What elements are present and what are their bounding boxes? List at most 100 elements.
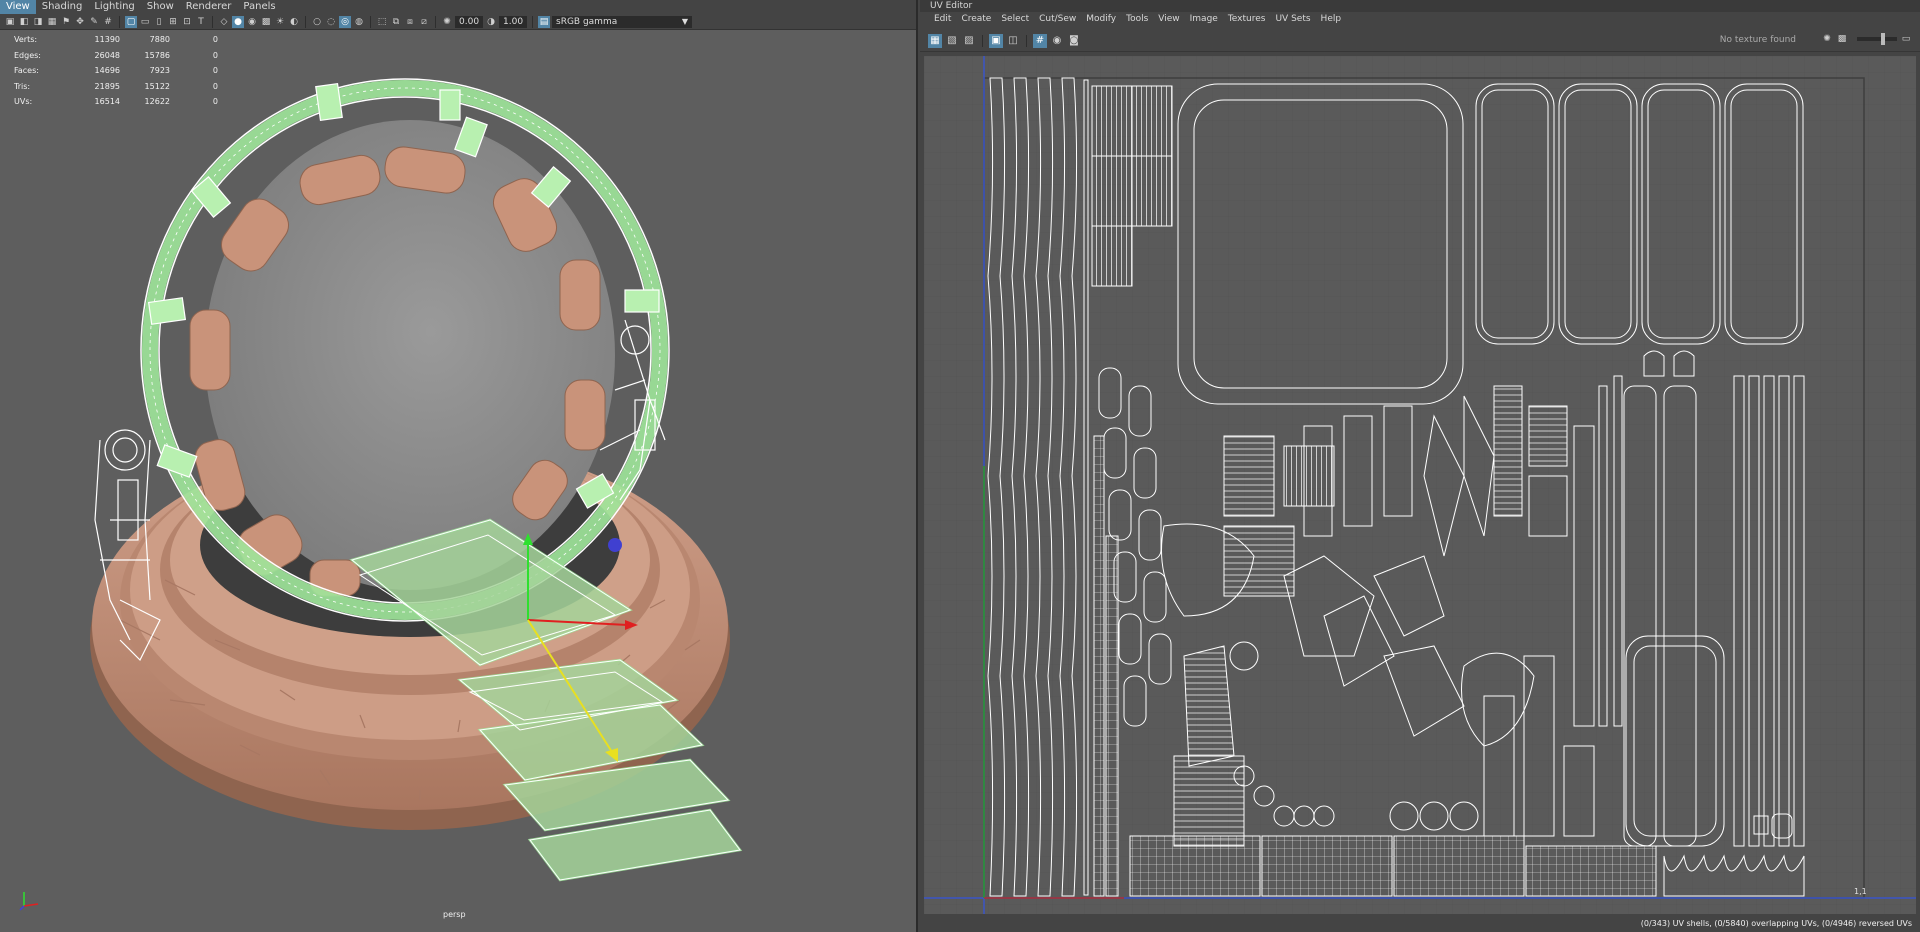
uv-canvas[interactable]: 1,1 bbox=[924, 56, 1916, 914]
isolate-select-icon[interactable]: ⬚ bbox=[376, 16, 388, 28]
uv-menu-textures[interactable]: Textures bbox=[1223, 14, 1271, 24]
hud-label: UVs: bbox=[14, 97, 33, 106]
hud-value: 7880 bbox=[149, 35, 170, 44]
texture-opacity-slider[interactable] bbox=[1857, 33, 1897, 45]
safe-title-icon[interactable]: T bbox=[195, 16, 207, 28]
grease-pencil-icon[interactable]: ✎ bbox=[88, 16, 100, 28]
camera-attributes-icon[interactable]: ◧ bbox=[18, 16, 30, 28]
uv-shell-select-icon[interactable]: ▦ bbox=[928, 33, 942, 48]
bookmark-icon[interactable]: ◨ bbox=[32, 16, 44, 28]
menu-view[interactable]: View bbox=[0, 0, 36, 14]
anti-aliasing-icon[interactable]: ◎ bbox=[339, 15, 351, 28]
exposure-field[interactable]: 0.00 bbox=[455, 15, 483, 28]
hud-row-uvs: UVs: 16514 12622 0 bbox=[14, 94, 218, 110]
uv-layout-svg[interactable]: 1,1 bbox=[924, 56, 1916, 914]
wireframe-icon[interactable]: ◇ bbox=[218, 16, 230, 28]
image-plane-icon[interactable]: ▦ bbox=[46, 16, 58, 28]
hud-value: 12622 bbox=[144, 97, 170, 106]
view-axis-icon bbox=[19, 892, 39, 911]
textured-icon[interactable]: ▩ bbox=[260, 16, 272, 28]
uv-grid-icon[interactable]: # bbox=[1033, 33, 1047, 48]
hud-value: 15122 bbox=[144, 81, 170, 91]
toolbar-separator bbox=[435, 15, 436, 28]
xray-joints-icon[interactable]: ⧈ bbox=[404, 16, 416, 28]
hud-value: 14696 bbox=[94, 66, 120, 75]
hud-value: 11390 bbox=[94, 35, 120, 44]
motion-blur-icon[interactable]: ◌ bbox=[325, 16, 337, 28]
uv-menu-cut-sew[interactable]: Cut/Sew bbox=[1034, 14, 1081, 24]
two-d-pan-zoom-icon[interactable]: ✥ bbox=[74, 16, 86, 28]
ambient-occlusion-icon[interactable]: ○ bbox=[311, 16, 323, 28]
exposure-icon[interactable]: ✺ bbox=[1821, 33, 1833, 45]
toolbar-separator bbox=[982, 34, 983, 47]
hud-label: Verts: bbox=[14, 35, 38, 44]
camera-name-label: persp bbox=[443, 910, 466, 919]
menu-show[interactable]: Show bbox=[141, 0, 180, 14]
film-gate-icon[interactable]: ▢ bbox=[125, 15, 137, 28]
image-ratio-icon[interactable]: ▭ bbox=[1900, 33, 1912, 45]
uv-editor-title: UV Editor bbox=[920, 0, 1920, 12]
xray-icon[interactable]: ⧉ bbox=[390, 16, 402, 28]
safe-action-icon[interactable]: ⊡ bbox=[181, 16, 193, 28]
viewport-panel[interactable]: View Shading Lighting Show Renderer Pane… bbox=[0, 0, 918, 932]
gamma-icon: ◑ bbox=[487, 16, 495, 27]
hud-value: 0 bbox=[212, 35, 218, 44]
resolution-gate-icon[interactable]: ▭ bbox=[139, 16, 151, 28]
shadows-icon[interactable]: ◐ bbox=[288, 16, 300, 28]
texture-swatch-icon[interactable]: ▩ bbox=[1836, 33, 1848, 45]
hud-value: 7923 bbox=[149, 66, 170, 75]
uv-dim-image-icon[interactable]: ◫ bbox=[1006, 34, 1020, 48]
gate-mask-icon[interactable]: ▯ bbox=[153, 16, 165, 28]
bookmark-flag-icon[interactable]: ⚑ bbox=[60, 16, 72, 28]
uv-menu-tools[interactable]: Tools bbox=[1121, 14, 1153, 24]
toolbar-separator bbox=[370, 15, 371, 28]
field-chart-icon[interactable]: ⊞ bbox=[167, 16, 179, 28]
hud-value: 0 bbox=[212, 50, 218, 60]
uv-select-icon[interactable]: ▧ bbox=[945, 34, 959, 48]
hud-row-faces: Faces: 14696 7923 0 bbox=[14, 63, 218, 79]
smooth-shade-icon[interactable]: ● bbox=[232, 15, 244, 28]
hud-value: 0 bbox=[212, 81, 218, 91]
viewport-scene[interactable] bbox=[0, 30, 918, 932]
uv-menu-image[interactable]: Image bbox=[1185, 14, 1223, 24]
hud-row-tris: Tris: 21895 15122 0 bbox=[14, 79, 218, 95]
uv-editor-menubar: Edit Create Select Cut/Sew Modify Tools … bbox=[920, 12, 1920, 26]
uv-snapshot-icon[interactable]: ◙ bbox=[1067, 34, 1081, 48]
hud-label: Faces: bbox=[14, 66, 39, 75]
hud-row-verts: Verts: 11390 7880 0 bbox=[14, 32, 218, 48]
uv-menu-create[interactable]: Create bbox=[956, 14, 996, 24]
uv-menu-select[interactable]: Select bbox=[996, 14, 1034, 24]
uv-corner-label: 1,1 bbox=[1854, 887, 1867, 896]
menu-panels[interactable]: Panels bbox=[237, 0, 281, 14]
color-management-icon[interactable]: ▤ bbox=[538, 15, 550, 28]
menu-shading[interactable]: Shading bbox=[36, 0, 89, 14]
uv-menu-help[interactable]: Help bbox=[1316, 14, 1347, 24]
hud-row-edges: Edges: 26048 15786 0 bbox=[14, 48, 218, 64]
uv-display-image-icon[interactable]: ▣ bbox=[989, 33, 1003, 48]
hud-value: 21895 bbox=[94, 81, 120, 91]
view-transform-dropdown[interactable]: sRGB gamma ▼ bbox=[552, 15, 692, 28]
default-material-icon[interactable]: ◉ bbox=[246, 16, 258, 28]
depth-of-field-icon[interactable]: ◍ bbox=[353, 16, 365, 28]
select-camera-icon[interactable]: ▣ bbox=[4, 16, 16, 28]
uv-status-bar: (0/343) UV shells, (0/5840) overlapping … bbox=[1640, 919, 1912, 928]
uv-lattice-icon[interactable]: ▨ bbox=[962, 34, 976, 48]
uv-toolbar-right: ✺ ▩ ▭ bbox=[1821, 33, 1912, 45]
uv-shaded-icon[interactable]: ◉ bbox=[1050, 34, 1064, 48]
menu-renderer[interactable]: Renderer bbox=[180, 0, 238, 14]
hud-value: 0 bbox=[212, 66, 218, 75]
uv-menu-modify[interactable]: Modify bbox=[1081, 14, 1121, 24]
hud-value: 16514 bbox=[94, 97, 120, 106]
uv-menu-uv-sets[interactable]: UV Sets bbox=[1270, 14, 1315, 24]
uv-menu-edit[interactable]: Edit bbox=[929, 14, 956, 24]
use-lights-icon[interactable]: ☀ bbox=[274, 16, 286, 28]
xray-active-icon[interactable]: ⧄ bbox=[418, 16, 430, 28]
grid-icon[interactable]: # bbox=[102, 16, 114, 28]
viewport-menubar: View Shading Lighting Show Renderer Pane… bbox=[0, 0, 916, 14]
slider-handle[interactable] bbox=[1881, 33, 1885, 45]
hud-value: 0 bbox=[212, 97, 218, 106]
menu-lighting[interactable]: Lighting bbox=[88, 0, 140, 14]
poly-count-hud: Verts: 11390 7880 0 Edges: 26048 15786 0… bbox=[14, 32, 218, 110]
gamma-field[interactable]: 1.00 bbox=[499, 15, 527, 28]
uv-menu-view[interactable]: View bbox=[1153, 14, 1184, 24]
